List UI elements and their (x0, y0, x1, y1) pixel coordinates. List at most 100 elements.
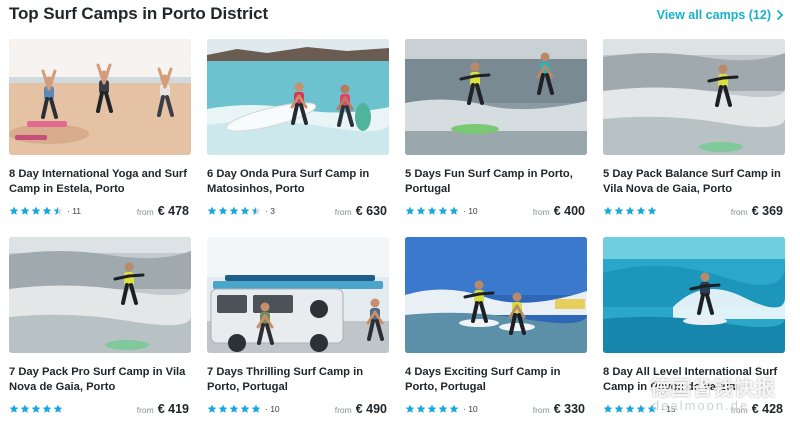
rating: · 15 (603, 404, 676, 414)
price-from-label: from (136, 405, 154, 415)
price-value: € 478 (157, 204, 189, 218)
star-full-icon (229, 404, 239, 413)
camp-thumbnail[interactable] (603, 39, 785, 155)
price-from-label: from (730, 405, 748, 415)
camp-title[interactable]: 7 Day Pack Pro Surf Camp in Vila Nova de… (9, 365, 189, 394)
camp-title[interactable]: 4 Days Exciting Surf Camp in Porto, Port… (405, 365, 585, 394)
star-full-icon (31, 206, 41, 215)
camp-card[interactable]: 5 Days Fun Surf Camp in Porto, Portugal … (405, 39, 587, 219)
price-from-label: from (136, 207, 154, 217)
star-full-icon (42, 404, 52, 413)
price-from-label: from (730, 207, 748, 217)
star-full-icon (427, 206, 437, 215)
rating-stars (207, 206, 261, 216)
star-full-icon (438, 404, 448, 413)
price-from-label: from (334, 207, 352, 217)
star-full-icon (251, 404, 261, 413)
rating: · 10 (405, 206, 478, 216)
star-full-icon (427, 404, 437, 413)
star-full-icon (647, 404, 657, 413)
price-value: € 330 (553, 402, 585, 416)
star-full-icon (31, 404, 41, 413)
camp-photo (405, 237, 587, 353)
price-value: € 428 (751, 402, 783, 416)
camp-title[interactable]: 5 Day Pack Balance Surf Camp in Vila Nov… (603, 167, 783, 196)
price: from € 490 (335, 402, 387, 416)
review-count: · 15 (661, 404, 676, 414)
camp-photo (207, 237, 389, 353)
star-full-icon (636, 206, 646, 215)
rating (603, 206, 661, 216)
camp-thumbnail[interactable] (405, 39, 587, 155)
rating-stars (207, 404, 261, 414)
price: from € 330 (533, 402, 585, 416)
star-full-icon (240, 206, 250, 215)
rating-stars (603, 206, 657, 216)
star-full-icon (625, 206, 635, 215)
star-full-icon (449, 206, 459, 215)
star-full-icon (603, 404, 613, 413)
star-full-icon (614, 404, 624, 413)
price-from-label: from (334, 405, 352, 415)
star-full-icon (647, 206, 657, 215)
star-full-icon (405, 206, 415, 215)
camp-thumbnail[interactable] (9, 39, 191, 155)
review-count: · 3 (265, 206, 275, 216)
rating: · 10 (207, 404, 280, 414)
camp-card[interactable]: 4 Days Exciting Surf Camp in Porto, Port… (405, 237, 587, 417)
price: from € 630 (335, 204, 387, 218)
star-full-icon (9, 206, 19, 215)
star-full-icon (438, 206, 448, 215)
price-from-label: from (532, 207, 550, 217)
camp-title[interactable]: 8 Day All Level International Surf Camp … (603, 365, 783, 394)
star-full-icon (53, 404, 63, 413)
camp-card[interactable]: 5 Day Pack Balance Surf Camp in Vila Nov… (603, 39, 785, 219)
camp-thumbnail[interactable] (9, 237, 191, 353)
camp-card[interactable]: 8 Day International Yoga and Surf Camp i… (9, 39, 191, 219)
camp-photo (9, 237, 191, 353)
rating-stars (405, 404, 459, 414)
price: from € 400 (533, 204, 585, 218)
camp-meta: from € 419 (9, 402, 189, 416)
review-count: · 10 (265, 404, 280, 414)
chevron-right-icon (777, 10, 783, 20)
camp-card[interactable]: 8 Day All Level International Surf Camp … (603, 237, 785, 417)
star-full-icon (42, 206, 52, 215)
star-full-icon (229, 206, 239, 215)
camp-thumbnail[interactable] (207, 237, 389, 353)
star-full-icon (9, 404, 19, 413)
rating: · 11 (9, 206, 81, 216)
price: from € 369 (731, 204, 783, 218)
camp-photo (405, 39, 587, 155)
camp-card[interactable]: 7 Days Thrilling Surf Camp in Porto, Por… (207, 237, 389, 417)
review-count: · 10 (463, 206, 478, 216)
camp-photo (9, 39, 191, 155)
star-half-icon (53, 206, 63, 215)
camp-meta: · 15 from € 428 (603, 402, 783, 416)
camp-title[interactable]: 7 Days Thrilling Surf Camp in Porto, Por… (207, 365, 387, 394)
camp-photo (603, 39, 785, 155)
view-all-camps-link[interactable]: View all camps (12) (657, 8, 784, 22)
price: from € 428 (731, 402, 783, 416)
rating: · 10 (405, 404, 478, 414)
camp-title[interactable]: 8 Day International Yoga and Surf Camp i… (9, 167, 189, 196)
camp-title[interactable]: 5 Days Fun Surf Camp in Porto, Portugal (405, 167, 585, 196)
price-value: € 369 (751, 204, 783, 218)
camp-card[interactable]: 6 Day Onda Pura Surf Camp in Matosinhos,… (207, 39, 389, 219)
camp-meta: · 3 from € 630 (207, 204, 387, 218)
view-all-label: View all camps (12) (656, 8, 771, 22)
rating-stars (9, 206, 63, 216)
camp-title[interactable]: 6 Day Onda Pura Surf Camp in Matosinhos,… (207, 167, 387, 196)
camp-photo (207, 39, 389, 155)
camp-card[interactable]: 7 Day Pack Pro Surf Camp in Vila Nova de… (9, 237, 191, 417)
star-full-icon (20, 404, 30, 413)
section-header: Top Surf Camps in Porto District View al… (9, 4, 791, 26)
star-full-icon (449, 404, 459, 413)
camp-thumbnail[interactable] (603, 237, 785, 353)
camp-thumbnail[interactable] (207, 39, 389, 155)
camp-photo (603, 237, 785, 353)
camp-thumbnail[interactable] (405, 237, 587, 353)
star-full-icon (416, 404, 426, 413)
star-full-icon (20, 206, 30, 215)
star-full-icon (218, 404, 228, 413)
